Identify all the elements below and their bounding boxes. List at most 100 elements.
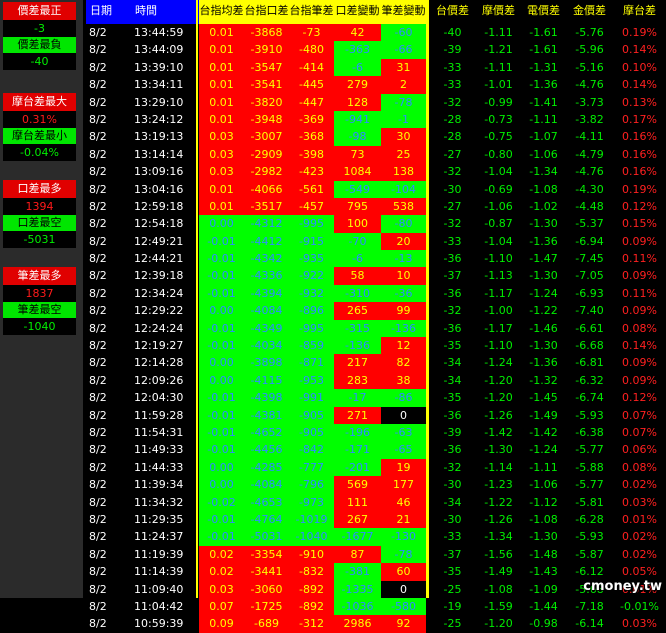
cell-tx-spread: -37 bbox=[443, 269, 462, 283]
max-msci-value: 0.31% bbox=[3, 111, 76, 128]
cell-tx-spread: -36 bbox=[443, 286, 462, 300]
col-date[interactable]: 日期 bbox=[86, 0, 131, 24]
cell-fin-spread: -5.88 bbox=[575, 460, 604, 474]
cell-msci-spread: -1.24 bbox=[484, 356, 513, 370]
cell-order-change: -136 bbox=[381, 319, 426, 338]
table-row[interactable]: 8/2 12:34:24 -0.01 -4394 -932 -310 -36 -36 -1.17… bbox=[86, 284, 666, 303]
cell-elec-spread: -1.11 bbox=[529, 112, 558, 126]
col-elec-spread[interactable]: 電價差 bbox=[521, 0, 566, 24]
cell-order-diff: -859 bbox=[289, 337, 334, 355]
cell-elec-spread: -0.98 bbox=[529, 617, 558, 631]
cell-tx-spread: -33 bbox=[443, 234, 462, 248]
table-row[interactable]: 8/2 11:39:34 0.00 -4084 -796 569 177 -30 -1.23 -1… bbox=[86, 476, 666, 494]
cell-order-change: 99 bbox=[381, 302, 426, 320]
cell-tx-spread: -36 bbox=[443, 408, 462, 422]
table-row[interactable]: 8/2 12:49:21 -0.01 -4412 -915 -70 20 -33 -1.04 -1… bbox=[86, 232, 666, 251]
table-row[interactable]: 8/2 11:49:33 -0.01 -4456 -842 -171 -65 -36 -1.30… bbox=[86, 441, 666, 459]
cell-time: 12:59:18 bbox=[134, 199, 184, 213]
cell-msci-spread: -1.49 bbox=[484, 565, 513, 579]
table-row[interactable]: 8/2 11:14:39 0.02 -3441 -832 -381 60 -35 -1.49 -1… bbox=[86, 563, 666, 581]
table-row[interactable]: 8/2 12:29:22 0.00 -4084 -896 265 99 -32 -1.00 -1.… bbox=[86, 302, 666, 320]
table-row[interactable]: 8/2 13:44:09 0.01 -3910 -480 -363 -66 -39 -1.21 -… bbox=[86, 41, 666, 59]
cell-fin-spread: -5.93 bbox=[575, 530, 604, 544]
cell-order-change: 46 bbox=[381, 493, 426, 511]
column-divider bbox=[426, 0, 429, 598]
col-lot-diff[interactable]: 台指口差 bbox=[244, 0, 289, 24]
table-row[interactable]: 8/2 13:04:16 0.01 -4066 -561 -549 -104 -30 -0.69… bbox=[86, 180, 666, 198]
cell-date: 8/2 bbox=[89, 495, 107, 509]
cell-lot-diff: -4084 bbox=[244, 476, 289, 494]
table-row[interactable]: 8/2 12:39:18 -0.01 -4336 -922 58 10 -37 -1.13 -1.… bbox=[86, 267, 666, 285]
cell-date: 8/2 bbox=[89, 512, 107, 526]
table-row[interactable]: 8/2 11:09:40 0.03 -3060 -892 -1335 0 -25 -1.08 -1… bbox=[86, 580, 666, 598]
cell-lot-diff: -4653 bbox=[244, 493, 289, 511]
col-msci-tx[interactable]: 摩台差 bbox=[613, 0, 666, 24]
table-row[interactable]: 8/2 13:24:12 0.01 -3948 -369 -941 -1 -28 -0.73 -1… bbox=[86, 110, 666, 129]
cell-tx-spread: -33 bbox=[443, 530, 462, 544]
table-row[interactable]: 8/2 13:29:10 0.01 -3820 -447 128 -78 -32 -0.99 -1… bbox=[86, 93, 666, 111]
cell-order-change: 92 bbox=[381, 615, 426, 633]
table-row[interactable]: 8/2 13:14:14 0.03 -2909 -398 73 25 -27 -0.80 -1.0… bbox=[86, 145, 666, 164]
table-row[interactable]: 8/2 11:24:37 -0.01 -5031 -1040 -1677 -130 -33 -1… bbox=[86, 528, 666, 546]
table-row[interactable]: 8/2 12:14:28 0.00 -3898 -871 217 82 -34 -1.24 -1.… bbox=[86, 354, 666, 372]
cell-date: 8/2 bbox=[89, 356, 107, 370]
table-row[interactable]: 8/2 13:44:59 0.01 -3868 -73 42 -60 -40 -1.11 -1.6… bbox=[86, 24, 666, 42]
cell-order-diff: -932 bbox=[289, 284, 334, 303]
cell-lot-change: -6 bbox=[334, 250, 381, 268]
col-order-change[interactable]: 筆差變動 bbox=[381, 0, 426, 24]
cell-date: 8/2 bbox=[89, 599, 107, 613]
cell-time: 12:54:18 bbox=[134, 217, 184, 231]
cell-msci-spread: -1.10 bbox=[484, 252, 513, 266]
cell-lot-diff: -3517 bbox=[244, 197, 289, 216]
table-row[interactable]: 8/2 11:04:42 0.07 -1725 -892 -1036 -580 -19 -1.5… bbox=[86, 597, 666, 616]
min-order-value: -1040 bbox=[3, 318, 76, 335]
cell-lot-diff: -4398 bbox=[244, 389, 289, 407]
table-row[interactable]: 8/2 11:54:31 -0.01 -4652 -905 -196 -63 -39 -1.42… bbox=[86, 423, 666, 442]
cell-msci-spread: -1.22 bbox=[484, 495, 513, 509]
cell-elec-spread: -1.36 bbox=[529, 78, 558, 92]
cell-avg-diff: 0.00 bbox=[199, 458, 244, 477]
cell-avg-diff: 0.01 bbox=[199, 58, 244, 77]
table-row[interactable]: 8/2 12:54:18 0.00 -4312 -995 100 -80 -32 -0.87 -1… bbox=[86, 215, 666, 233]
col-fin-spread[interactable]: 金價差 bbox=[566, 0, 613, 24]
table-row[interactable]: 8/2 12:19:27 -0.01 -4034 -859 -136 12 -35 -1.10 -… bbox=[86, 337, 666, 355]
cell-tx-spread: -36 bbox=[443, 321, 462, 335]
cell-msci-tx: -0.01% bbox=[620, 599, 659, 613]
table-row[interactable]: 8/2 13:34:11 0.01 -3541 -445 279 2 -33 -1.01 -1.3… bbox=[86, 76, 666, 94]
table-row[interactable]: 8/2 12:44:21 -0.01 -4342 -935 -6 -13 -36 -1.10 -1… bbox=[86, 250, 666, 268]
col-time[interactable]: 時間 bbox=[131, 0, 197, 24]
table-row[interactable]: 8/2 11:29:35 -0.01 -4764 -1019 267 21 -30 -1.26 -… bbox=[86, 510, 666, 529]
table-row[interactable]: 8/2 11:34:32 -0.02 -4653 -973 111 46 -34 -1.22 -1… bbox=[86, 493, 666, 511]
col-tx-spread[interactable]: 台價差 bbox=[429, 0, 476, 24]
table-row[interactable]: 8/2 13:09:16 0.03 -2982 -423 1084 138 -32 -1.04 -… bbox=[86, 163, 666, 181]
table-row[interactable]: 8/2 11:59:28 -0.01 -4381 -905 271 0 -36 -1.26 -1.… bbox=[86, 406, 666, 424]
col-lot-change[interactable]: 口差變動 bbox=[334, 0, 381, 24]
table-row[interactable]: 8/2 12:59:18 0.01 -3517 -457 795 538 -27 -1.06 -1… bbox=[86, 197, 666, 216]
col-avg-diff[interactable]: 台指均差 bbox=[199, 0, 244, 24]
cell-date: 8/2 bbox=[89, 582, 107, 596]
table-row[interactable]: 8/2 11:44:33 0.00 -4285 -777 -201 19 -32 -1.14 -1… bbox=[86, 458, 666, 477]
table-row[interactable]: 8/2 12:09:26 0.00 -4115 -953 283 38 -34 -1.20 -1.… bbox=[86, 371, 666, 390]
cell-msci-tx: 0.09% bbox=[622, 269, 657, 283]
cell-lot-diff: -3007 bbox=[244, 128, 289, 146]
cell-time: 12:14:28 bbox=[134, 356, 184, 370]
cell-order-change: -80 bbox=[381, 215, 426, 233]
cell-fin-spread: -4.30 bbox=[575, 182, 604, 196]
cell-tx-spread: -19 bbox=[443, 599, 462, 613]
cell-order-diff: -842 bbox=[289, 441, 334, 459]
table-row[interactable]: 8/2 11:19:39 0.02 -3354 -910 87 -78 -37 -1.56 -1.… bbox=[86, 545, 666, 564]
cell-date: 8/2 bbox=[89, 165, 107, 179]
table-row[interactable]: 8/2 10:59:39 0.09 -689 -312 2986 92 -25 -1.20 -0.… bbox=[86, 615, 666, 633]
col-msci-spread[interactable]: 摩價差 bbox=[476, 0, 521, 24]
table-row[interactable]: 8/2 12:04:30 -0.01 -4398 -991 -17 -86 -35 -1.20 -… bbox=[86, 389, 666, 407]
cell-order-diff: -871 bbox=[289, 354, 334, 372]
cell-msci-spread: -1.23 bbox=[484, 478, 513, 492]
table-row[interactable]: 8/2 12:24:24 -0.01 -4349 -995 -315 -136 -36 -1.1… bbox=[86, 319, 666, 338]
lot-diff-summary: 口差最多 1394 口差最空 -5031 bbox=[3, 180, 76, 248]
col-order-diff[interactable]: 台指筆差 bbox=[289, 0, 334, 24]
table-row[interactable]: 8/2 13:39:10 0.01 -3547 -414 -6 31 -33 -1.11 -1.3… bbox=[86, 58, 666, 77]
cell-order-change: 38 bbox=[381, 371, 426, 390]
cell-lot-change: 267 bbox=[334, 510, 381, 529]
cell-tx-spread: -36 bbox=[443, 443, 462, 457]
table-row[interactable]: 8/2 13:19:13 0.03 -3007 -368 -98 30 -28 -0.75 -1.… bbox=[86, 128, 666, 146]
